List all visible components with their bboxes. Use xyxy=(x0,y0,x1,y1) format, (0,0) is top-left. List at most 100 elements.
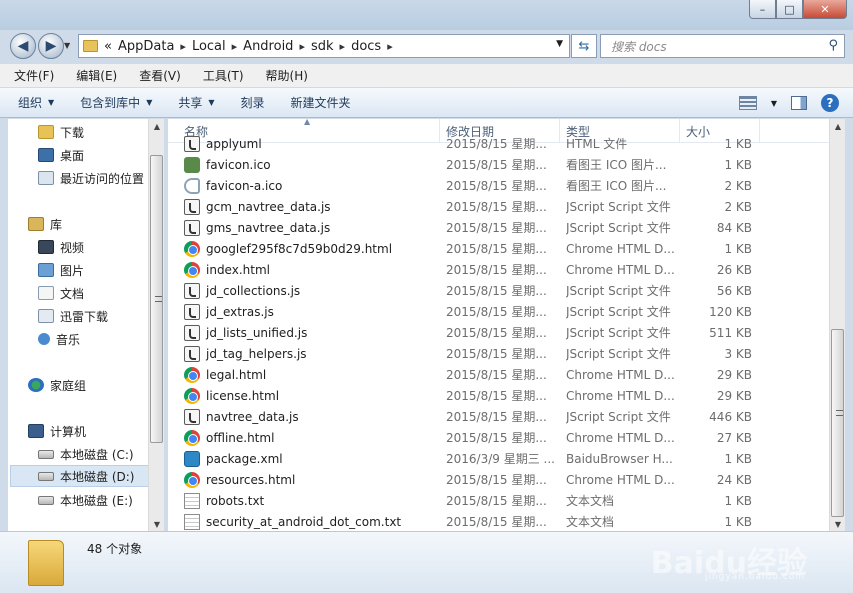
menu-help[interactable]: 帮助(H) xyxy=(262,67,312,84)
menu-view[interactable]: 查看(V) xyxy=(135,67,185,84)
address-bar[interactable]: « AppData ▸ Local ▸ Android ▸ sdk ▸ docs… xyxy=(78,34,570,58)
nav-item-drive-d[interactable]: 本地磁盘 (D:) xyxy=(10,465,150,487)
file-row[interactable]: gcm_navtree_data.js 2015/8/15 星期... JScrip… xyxy=(168,196,829,217)
file-type: JScript Script 文件 xyxy=(566,221,671,235)
file-name-cell[interactable]: offline.html xyxy=(184,427,438,448)
file-name-cell[interactable]: jd_tag_helpers.js xyxy=(184,343,438,364)
menu-file[interactable]: 文件(F) xyxy=(10,67,58,84)
nav-item-pictures[interactable]: 图片 xyxy=(38,259,84,281)
file-name-cell[interactable]: applyuml xyxy=(184,133,438,154)
search-input[interactable]: 搜索 docs ⚲ xyxy=(600,34,845,58)
file-name-cell[interactable]: robots.txt xyxy=(184,490,438,511)
file-name-cell[interactable]: gcm_navtree_data.js xyxy=(184,196,438,217)
nav-item-computer[interactable]: 计算机 xyxy=(28,420,86,442)
nav-item-libraries[interactable]: 库 xyxy=(28,213,62,235)
file-row[interactable]: jd_lists_unified.js 2015/8/15 星期... JScrip… xyxy=(168,322,829,343)
breadcrumb-separator-icon[interactable]: ▸ xyxy=(232,40,238,53)
preview-pane-icon[interactable] xyxy=(791,96,807,110)
file-list-scrollbar[interactable]: ▲ ▼ xyxy=(829,119,845,531)
file-row[interactable]: robots.txt 2015/8/15 星期... 文本文档 1 KB xyxy=(168,490,829,511)
breadcrumb-separator-icon[interactable]: ▸ xyxy=(299,40,305,53)
nav-item-downloads[interactable]: 下载 xyxy=(38,121,84,143)
help-icon[interactable]: ? xyxy=(821,94,839,112)
minimize-button[interactable]: – xyxy=(749,0,776,19)
nav-item-thunder-downloads[interactable]: 迅雷下载 xyxy=(38,305,108,327)
file-name-cell[interactable]: jd_extras.js xyxy=(184,301,438,322)
breadcrumb-appdata[interactable]: AppData xyxy=(118,39,174,54)
file-row[interactable]: security_at_android_dot_com.txt 2015/8/15… xyxy=(168,511,829,531)
refresh-button[interactable]: ⇆ xyxy=(571,34,597,58)
breadcrumb-separator-icon[interactable]: ▸ xyxy=(180,40,186,53)
file-name-cell[interactable]: favicon.ico xyxy=(184,154,438,175)
breadcrumb-local[interactable]: Local xyxy=(192,39,226,54)
search-icon[interactable]: ⚲ xyxy=(828,38,838,53)
file-name-cell[interactable]: gms_navtree_data.js xyxy=(184,217,438,238)
file-row[interactable]: offline.html 2015/8/15 星期... Chrome HTML D… xyxy=(168,427,829,448)
file-row[interactable]: legal.html 2015/8/15 星期... Chrome HTML D..… xyxy=(168,364,829,385)
file-row[interactable]: favicon.ico 2015/8/15 星期... 看图王 ICO 图片... 1… xyxy=(168,154,829,175)
file-row[interactable]: jd_tag_helpers.js 2015/8/15 星期... JScript … xyxy=(168,343,829,364)
file-name-cell[interactable]: googlef295f8c7d59b0d29.html xyxy=(184,238,438,259)
file-row[interactable]: navtree_data.js 2015/8/15 星期... JScript Sc… xyxy=(168,406,829,427)
file-row[interactable]: jd_extras.js 2015/8/15 星期... JScript Scrip… xyxy=(168,301,829,322)
scroll-up-arrow-icon[interactable]: ▲ xyxy=(149,119,164,133)
file-name-cell[interactable]: navtree_data.js xyxy=(184,406,438,427)
file-name-cell[interactable]: package.xml xyxy=(184,448,438,469)
scroll-down-arrow-icon[interactable]: ▼ xyxy=(830,517,845,531)
menu-tools[interactable]: 工具(T) xyxy=(199,67,248,84)
breadcrumb-overflow[interactable]: « xyxy=(104,39,112,54)
file-name-cell[interactable]: legal.html xyxy=(184,364,438,385)
nav-item-recent-places[interactable]: 最近访问的位置 xyxy=(38,167,144,189)
file-row[interactable]: jd_collections.js 2015/8/15 星期... JScript … xyxy=(168,280,829,301)
file-row[interactable]: license.html 2015/8/15 星期... Chrome HTML D… xyxy=(168,385,829,406)
file-name-cell[interactable]: index.html xyxy=(184,259,438,280)
file-row[interactable]: gms_navtree_data.js 2015/8/15 星期... JScrip… xyxy=(168,217,829,238)
nav-item-music[interactable]: 音乐 xyxy=(38,328,80,350)
file-name-cell[interactable]: security_at_android_dot_com.txt xyxy=(184,511,438,531)
new-folder-button[interactable]: 新建文件夹 xyxy=(291,94,351,111)
menu-edit[interactable]: 编辑(E) xyxy=(72,67,121,84)
nav-pane-scrollbar[interactable]: ▲ ▼ xyxy=(148,119,164,531)
view-options-icon[interactable] xyxy=(738,96,757,110)
window-controls: – □ ✕ xyxy=(749,0,847,19)
breadcrumb-docs[interactable]: docs xyxy=(351,39,381,54)
nav-item-homegroup[interactable]: 家庭组 xyxy=(28,374,86,396)
file-name-cell[interactable]: license.html xyxy=(184,385,438,406)
burn-button[interactable]: 刻录 xyxy=(241,94,265,111)
nav-item-documents[interactable]: 文档 xyxy=(38,282,84,304)
close-button[interactable]: ✕ xyxy=(803,0,847,19)
nav-item-videos[interactable]: 视频 xyxy=(38,236,84,258)
nav-item-drive-c[interactable]: 本地磁盘 (C:) xyxy=(38,443,134,465)
file-list-scroll-thumb[interactable] xyxy=(831,329,844,517)
address-dropdown-icon[interactable]: ▼ xyxy=(556,39,563,49)
maximize-button[interactable]: □ xyxy=(776,0,803,19)
scroll-down-arrow-icon[interactable]: ▼ xyxy=(149,517,164,531)
view-dropdown-icon[interactable]: ▼ xyxy=(771,99,777,108)
nav-item-drive-e[interactable]: 本地磁盘 (E:) xyxy=(38,489,133,511)
file-row[interactable]: favicon-a.ico 2015/8/15 星期... 看图王 ICO 图片..… xyxy=(168,175,829,196)
file-row[interactable]: applyuml 2015/8/15 星期... HTML 文件 1 KB xyxy=(168,133,829,154)
file-name-cell[interactable]: resources.html xyxy=(184,469,438,490)
breadcrumb-sdk[interactable]: sdk xyxy=(311,39,334,54)
breadcrumb-android[interactable]: Android xyxy=(243,39,293,54)
file-name-cell[interactable]: jd_lists_unified.js xyxy=(184,322,438,343)
breadcrumb-separator-icon[interactable]: ▸ xyxy=(340,40,346,53)
nav-item-desktop[interactable]: 桌面 xyxy=(38,144,84,166)
forward-button[interactable]: ▶ xyxy=(38,33,64,59)
dropdown-arrow-icon: ▼ xyxy=(208,98,215,107)
scroll-up-arrow-icon[interactable]: ▲ xyxy=(830,119,845,133)
file-row[interactable]: resources.html 2015/8/15 星期... Chrome HTML… xyxy=(168,469,829,490)
breadcrumb-separator-icon[interactable]: ▸ xyxy=(387,40,393,53)
nav-pane-scroll-thumb[interactable] xyxy=(150,155,163,443)
share-button[interactable]: 共享 ▼ xyxy=(178,94,214,111)
recent-pages-dropdown[interactable]: ▼ xyxy=(64,41,70,50)
file-row[interactable]: index.html 2015/8/15 星期... Chrome HTML D..… xyxy=(168,259,829,280)
file-row[interactable]: googlef295f8c7d59b0d29.html 2015/8/15 星期.… xyxy=(168,238,829,259)
include-in-library-button[interactable]: 包含到库中 ▼ xyxy=(80,94,152,111)
back-button[interactable]: ◀ xyxy=(10,33,36,59)
file-name-cell[interactable]: jd_collections.js xyxy=(184,280,438,301)
file-row[interactable]: package.xml 2016/3/9 星期三 ... BaiduBrowser … xyxy=(168,448,829,469)
file-name-cell[interactable]: favicon-a.ico xyxy=(184,175,438,196)
file-size: 1 KB xyxy=(724,157,752,172)
organize-button[interactable]: 组织 ▼ xyxy=(18,94,54,111)
